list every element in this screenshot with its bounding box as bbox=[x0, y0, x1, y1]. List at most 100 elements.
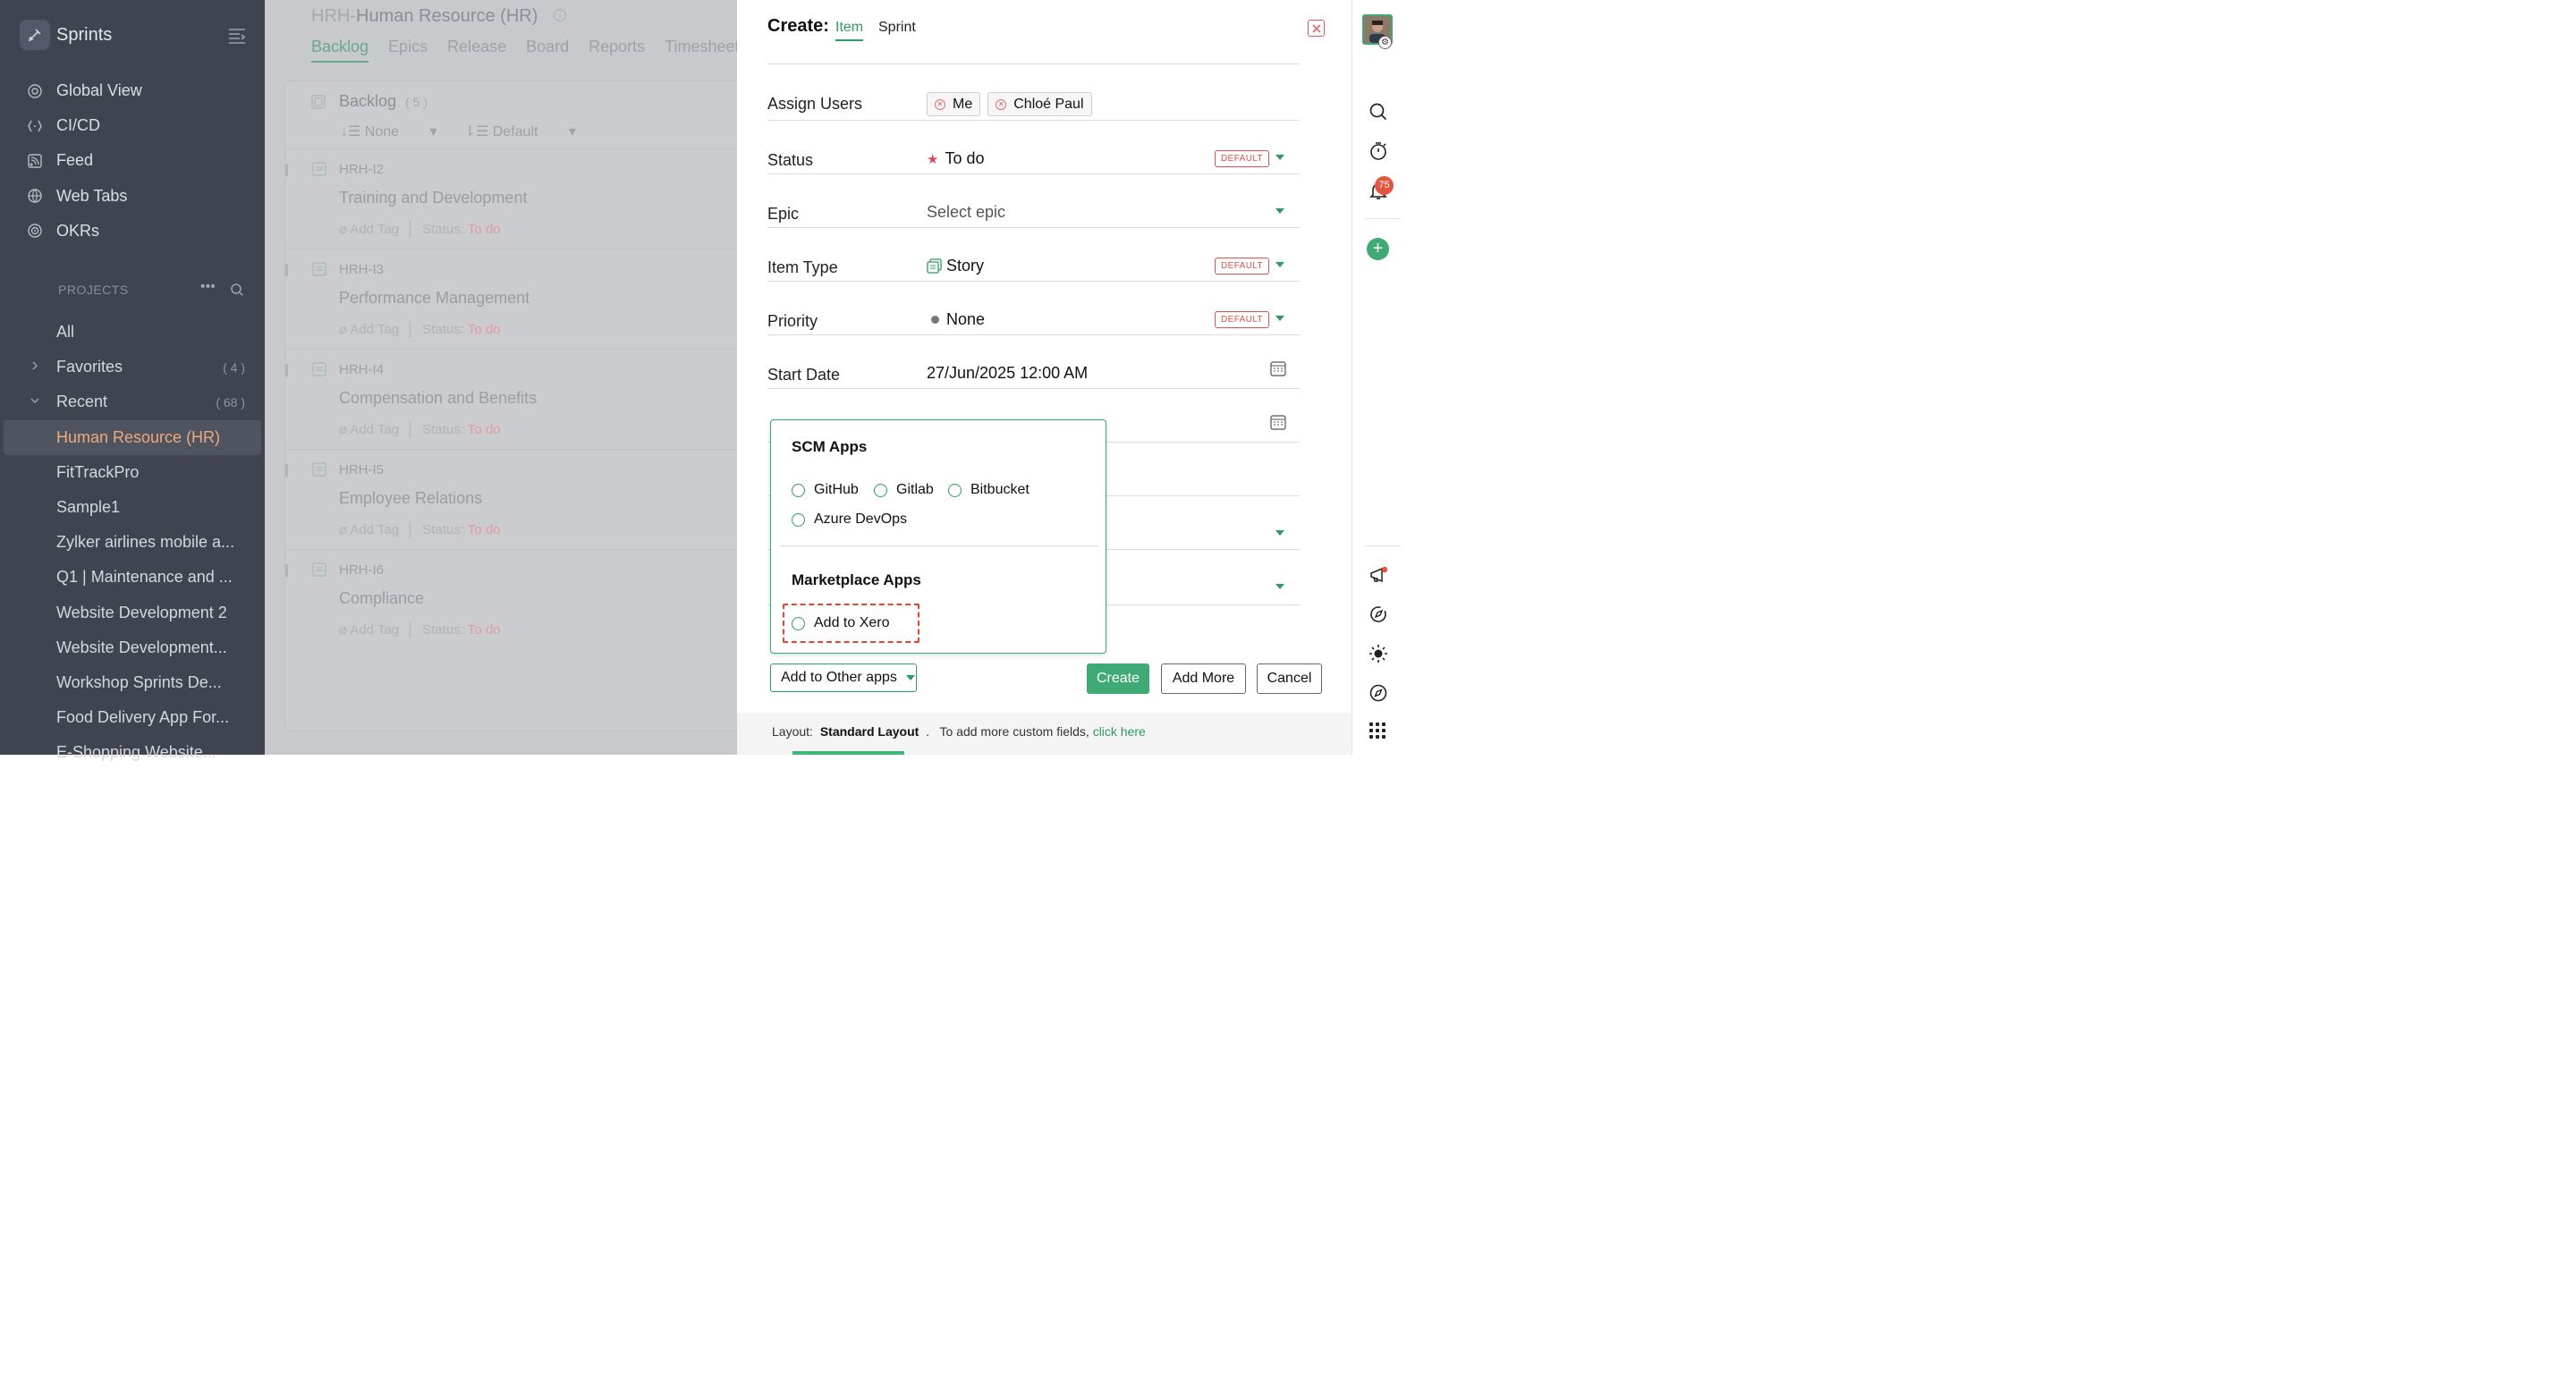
tab-reports[interactable]: Reports bbox=[589, 38, 645, 63]
click-here-link[interactable]: click here bbox=[1093, 724, 1146, 739]
announcement-icon[interactable] bbox=[1368, 565, 1388, 585]
footer-text: Layout: Standard Layout . To add more cu… bbox=[772, 724, 1146, 739]
cancel-button[interactable]: Cancel bbox=[1257, 663, 1322, 694]
close-button[interactable] bbox=[1308, 20, 1325, 37]
chevron-down-icon[interactable] bbox=[1275, 262, 1284, 267]
start-date-row[interactable]: Start Date 27/Jun/2025 12:00 AM bbox=[767, 361, 1300, 389]
project-row[interactable]: Sample1 bbox=[0, 490, 265, 525]
theme-sun-icon[interactable] bbox=[1368, 644, 1388, 663]
divider bbox=[1365, 218, 1401, 219]
radio-button[interactable] bbox=[792, 512, 805, 527]
chevron-down-icon[interactable] bbox=[1275, 316, 1284, 321]
radio-button[interactable] bbox=[874, 483, 887, 497]
assignee-chip[interactable]: ✕ Me bbox=[927, 92, 981, 116]
backlog-item[interactable]: HRH-I6 Compliance ⌀ Add Tag │ Status: To… bbox=[285, 549, 738, 649]
chevron-down-icon[interactable] bbox=[1275, 155, 1284, 160]
apps-grid-icon[interactable] bbox=[1369, 723, 1385, 739]
chevron-down-icon[interactable] bbox=[1275, 208, 1284, 214]
collapse-menu-icon[interactable] bbox=[227, 27, 247, 45]
backlog-item[interactable]: HRH-I2 Training and Development ⌀ Add Ta… bbox=[285, 148, 738, 249]
project-row[interactable]: FitTrackPro bbox=[0, 455, 265, 490]
project-row[interactable]: Website Development... bbox=[0, 630, 265, 665]
add-more-button[interactable]: Add More bbox=[1161, 663, 1246, 694]
search-icon[interactable] bbox=[1368, 102, 1388, 122]
item-type-row[interactable]: Item Type Story DEFAULT bbox=[767, 257, 1300, 282]
project-row-active[interactable]: Human Resource (HR) bbox=[4, 419, 261, 455]
compass-icon[interactable] bbox=[1368, 683, 1388, 703]
radio-button[interactable] bbox=[792, 483, 805, 497]
project-row[interactable]: Q1 | Maintenance and ... bbox=[0, 560, 265, 595]
tab-board[interactable]: Board bbox=[526, 38, 569, 63]
explore-icon[interactable] bbox=[1368, 604, 1388, 624]
project-row[interactable]: Website Development 2 bbox=[0, 596, 265, 630]
tab-release[interactable]: Release bbox=[447, 38, 506, 63]
option-github[interactable]: GitHub bbox=[792, 482, 859, 498]
project-title: HRH-Human Resource (HR) bbox=[311, 6, 538, 27]
backlog-item[interactable]: HRH-I5 Employee Relations ⌀ Add Tag │ St… bbox=[285, 449, 738, 549]
nav-web-tabs[interactable]: Web Tabs bbox=[27, 179, 142, 214]
add-to-other-apps-button[interactable]: Add to Other apps bbox=[770, 663, 917, 692]
assignee-chips[interactable]: ✕ Me ✕ Chloé Paul bbox=[927, 92, 1099, 116]
feed-icon bbox=[28, 154, 42, 168]
status-value[interactable]: ★ To do bbox=[927, 149, 985, 168]
marketplace-apps-heading: Marketplace Apps bbox=[792, 571, 921, 588]
remove-icon[interactable]: ✕ bbox=[996, 98, 1007, 110]
radio-button[interactable] bbox=[948, 483, 962, 497]
calendar-icon[interactable] bbox=[1270, 414, 1286, 430]
create-button[interactable]: Create bbox=[1087, 663, 1149, 694]
add-tag-link[interactable]: ⌀ Add Tag bbox=[339, 222, 399, 237]
nav-okrs[interactable]: OKRs bbox=[27, 214, 142, 249]
timer-icon[interactable] bbox=[1368, 141, 1388, 161]
project-row[interactable]: E-Shopping Website... bbox=[0, 735, 265, 770]
item-type-value[interactable]: Story bbox=[927, 257, 984, 275]
project-row-favorites[interactable]: Favorites ( 4 ) bbox=[0, 350, 265, 385]
add-tag-link[interactable]: ⌀ Add Tag bbox=[339, 322, 399, 337]
option-bitbucket[interactable]: Bitbucket bbox=[948, 482, 1030, 498]
start-date-value[interactable]: 27/Jun/2025 12:00 AM bbox=[927, 364, 1088, 383]
status-row[interactable]: Status ★ To do DEFAULT bbox=[767, 149, 1300, 174]
nav-cicd[interactable]: CI/CD bbox=[27, 108, 142, 143]
tab-timesheet[interactable]: Timesheet bbox=[665, 38, 739, 63]
add-button[interactable]: + bbox=[1367, 238, 1389, 260]
backlog-item[interactable]: HRH-I4 Compensation and Benefits ⌀ Add T… bbox=[285, 349, 738, 449]
tab-backlog[interactable]: Backlog bbox=[311, 38, 369, 63]
calendar-icon[interactable] bbox=[1270, 360, 1286, 376]
more-options-icon[interactable]: ••• bbox=[200, 279, 216, 295]
epic-row[interactable]: Epic Select epic bbox=[767, 203, 1300, 228]
tab-item[interactable]: Item bbox=[835, 20, 864, 41]
chevron-down-icon[interactable] bbox=[1275, 530, 1284, 536]
group-by-dropdown[interactable]: ↓☰ None ▾ bbox=[341, 123, 437, 140]
project-row[interactable]: Workshop Sprints De... bbox=[0, 665, 265, 700]
start-date-label: Start Date bbox=[767, 366, 841, 384]
project-search-icon[interactable] bbox=[230, 283, 244, 297]
highlight-box bbox=[783, 604, 919, 643]
add-tag-link[interactable]: ⌀ Add Tag bbox=[339, 622, 399, 638]
assignee-chip[interactable]: ✕ Chloé Paul bbox=[987, 92, 1092, 116]
tab-sprint[interactable]: Sprint bbox=[878, 20, 916, 36]
project-row[interactable]: Zylker airlines mobile a... bbox=[0, 525, 265, 560]
add-tag-link[interactable]: ⌀ Add Tag bbox=[339, 522, 399, 537]
priority-row[interactable]: Priority None DEFAULT bbox=[767, 310, 1300, 335]
project-row-recent[interactable]: Recent ( 68 ) bbox=[0, 385, 265, 419]
remove-icon[interactable]: ✕ bbox=[935, 98, 945, 110]
nav-feed[interactable]: Feed bbox=[27, 143, 142, 178]
form-footer: Layout: Standard Layout . To add more cu… bbox=[737, 713, 1352, 755]
epic-select[interactable]: Select epic bbox=[927, 203, 1005, 222]
option-azure-devops[interactable]: Azure DevOps bbox=[792, 511, 907, 528]
project-row-all[interactable]: All bbox=[0, 315, 265, 350]
tab-epics[interactable]: Epics bbox=[388, 38, 428, 63]
project-row[interactable]: Food Delivery App For... bbox=[0, 700, 265, 735]
priority-value[interactable]: None bbox=[927, 310, 985, 329]
nav-global-view[interactable]: Global View bbox=[27, 73, 142, 108]
option-gitlab[interactable]: Gitlab bbox=[874, 482, 934, 498]
sort-dropdown[interactable]: ⇂☰ Default ▾ bbox=[464, 123, 576, 140]
gear-icon[interactable]: ⚙ bbox=[1378, 36, 1392, 49]
backlog-item[interactable]: HRH-I3 Performance Management ⌀ Add Tag … bbox=[285, 249, 738, 349]
project-label: Q1 | Maintenance and ... bbox=[56, 568, 233, 587]
add-tag-link[interactable]: ⌀ Add Tag bbox=[339, 422, 399, 437]
brand[interactable]: Sprints bbox=[20, 20, 112, 50]
item-meta: ⌀ Add Tag │ Status: To do bbox=[339, 222, 501, 237]
status-label: Status: bbox=[422, 222, 464, 237]
chevron-down-icon[interactable] bbox=[1275, 584, 1284, 589]
info-icon[interactable] bbox=[553, 8, 567, 22]
